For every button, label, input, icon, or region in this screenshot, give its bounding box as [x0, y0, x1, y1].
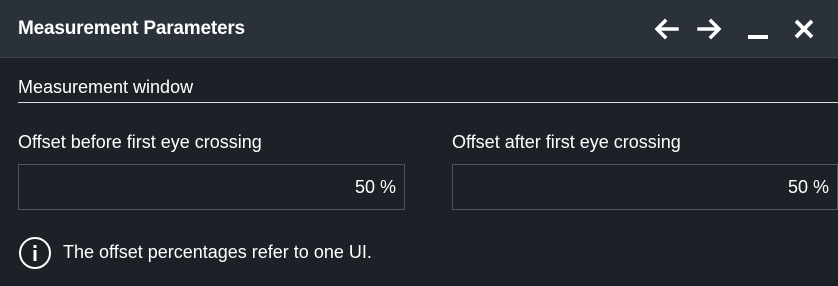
offset-after-input[interactable]	[452, 164, 838, 210]
dialog-title: Measurement Parameters	[18, 18, 245, 39]
info-message: The offset percentages refer to one UI.	[63, 242, 372, 262]
minimize-icon	[748, 35, 768, 39]
section-divider	[18, 102, 838, 103]
minimize-button[interactable]	[742, 14, 774, 44]
arrow-right-icon	[697, 18, 722, 40]
offset-before-input[interactable]	[18, 164, 405, 210]
arrow-left-icon	[654, 18, 679, 40]
back-button[interactable]	[650, 14, 682, 44]
close-button[interactable]	[788, 14, 820, 44]
section-title: Measurement window	[18, 77, 194, 97]
offset-before-label: Offset before first eye crossing	[18, 132, 262, 152]
title-bar[interactable]: Measurement Parameters	[0, 0, 838, 58]
info-icon	[19, 237, 51, 269]
offset-after-label: Offset after first eye crossing	[452, 132, 681, 152]
forward-button[interactable]	[694, 14, 726, 44]
close-icon	[794, 19, 814, 39]
measurement-parameters-dialog: Measurement Parameters Measurement windo…	[0, 0, 838, 286]
